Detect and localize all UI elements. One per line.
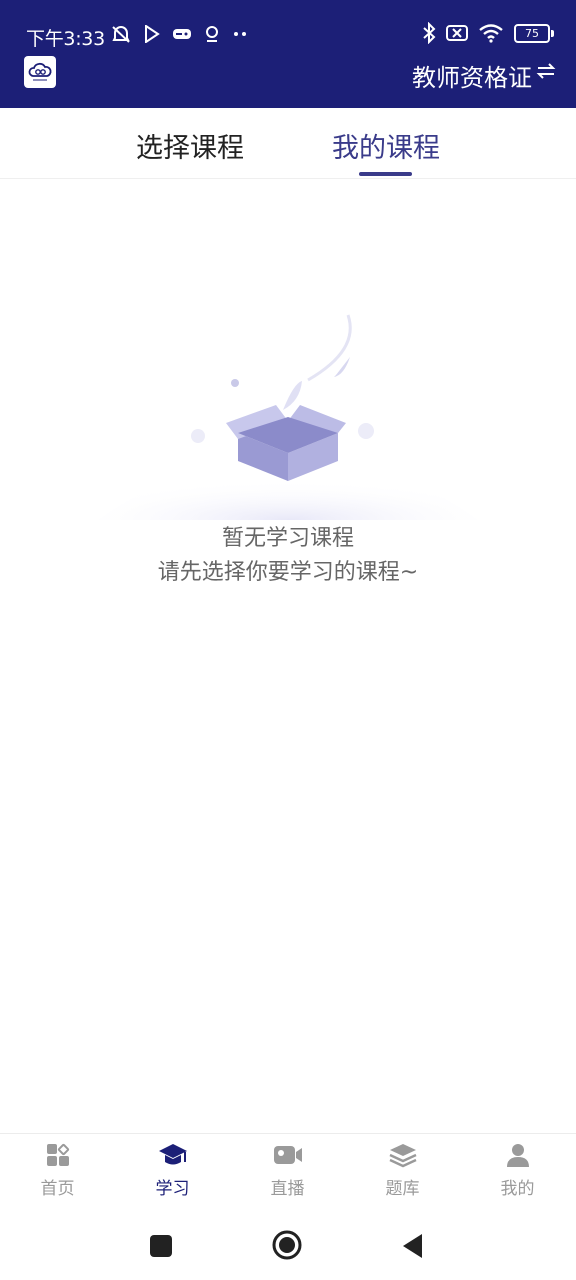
system-nav-bar: [0, 1213, 576, 1280]
home-circle-icon[interactable]: [272, 1230, 302, 1260]
nav-item-question-bank[interactable]: 题库: [345, 1142, 460, 1199]
app-logo[interactable]: [24, 56, 56, 88]
no-sim-icon: [446, 25, 468, 41]
switch-arrows-icon[interactable]: [536, 62, 556, 80]
nav-item-study[interactable]: 学习: [115, 1142, 230, 1199]
nav-label-live: 直播: [270, 1179, 305, 1199]
location-icon: [206, 26, 218, 42]
empty-box-illustration: [98, 314, 478, 520]
nav-item-live[interactable]: 直播: [230, 1142, 345, 1199]
nav-label-study: 学习: [155, 1179, 190, 1199]
app-header: 下午3:33 75 教师资格证: [0, 0, 576, 108]
play-store-icon: [145, 25, 160, 43]
wifi-icon: [479, 24, 503, 43]
bluetooth-icon: [423, 22, 436, 44]
tab-select-course[interactable]: 选择课程: [136, 126, 244, 165]
battery-indicator: 75: [514, 23, 554, 43]
home-grid-icon: [46, 1143, 69, 1166]
active-tab-indicator: [359, 172, 412, 176]
exam-category-title[interactable]: 教师资格证: [412, 58, 532, 93]
tab-my-courses[interactable]: 我的课程: [332, 126, 440, 165]
gamepad-icon: [173, 29, 191, 39]
more-dots-icon: [234, 32, 246, 36]
back-triangle-icon[interactable]: [402, 1233, 424, 1259]
user-icon: [506, 1144, 529, 1167]
bottom-nav: 首页 学习 直播 题库 我的: [0, 1133, 576, 1214]
empty-state-title: 暂无学习课程: [221, 526, 354, 551]
nav-item-mine[interactable]: 我的: [460, 1142, 575, 1199]
nav-label-home: 首页: [40, 1179, 75, 1199]
graduation-cap-icon: [158, 1144, 187, 1165]
nav-label-mine: 我的: [500, 1179, 535, 1199]
course-tabs: 选择课程 我的课程: [0, 108, 576, 179]
cloud-logo-icon: [28, 62, 52, 81]
recent-apps-icon[interactable]: [150, 1235, 172, 1257]
nav-item-home[interactable]: 首页: [0, 1142, 115, 1199]
mute-bell-icon: [112, 26, 130, 43]
nav-label-question-bank: 题库: [385, 1179, 420, 1199]
status-time: 下午3:33: [26, 28, 105, 50]
empty-state-subtitle: 请先选择你要学习的课程~: [157, 560, 419, 585]
video-camera-icon: [273, 1146, 302, 1164]
status-system: 75: [422, 22, 554, 44]
status-notifications: [110, 23, 248, 45]
layers-icon: [388, 1144, 417, 1168]
